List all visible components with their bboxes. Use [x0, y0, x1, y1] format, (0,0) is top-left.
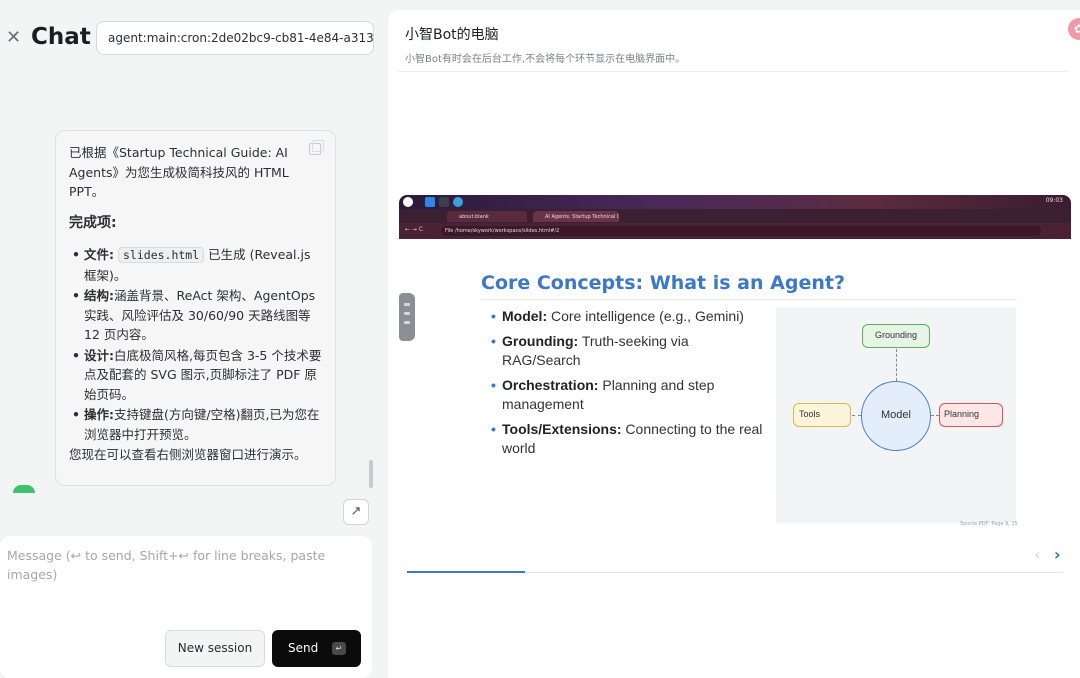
chat-title: Chat — [31, 24, 91, 50]
item-label: 结构 — [84, 288, 110, 303]
chat-scrollbar[interactable] — [369, 460, 373, 488]
item-label: 文件 — [84, 247, 110, 262]
bullet-text: Core intelligence (e.g., Gemini) — [547, 308, 744, 324]
bullet-term: Tools/Extensions: — [502, 420, 622, 437]
browser-tab-bar: about:blank AI Agents: Startup Technical… — [399, 209, 1071, 223]
send-label: Send — [288, 641, 319, 655]
tools-node: Tools — [793, 403, 851, 427]
list-item: 操作:支持键盘(方向键/空格)翻页,已为您在浏览器中打开预览。 — [72, 405, 323, 444]
url-field[interactable]: File /home/skywork/workspace/slides.html… — [441, 226, 1041, 236]
computer-panel: 小智Bot的电脑 小智Bot有时会在后台工作,不会将每个环节显示在电脑界面中。 … — [388, 10, 1080, 678]
avatar — [13, 485, 35, 493]
copy-icon[interactable] — [309, 140, 324, 155]
filename-code: slides.html — [118, 247, 205, 263]
send-button[interactable]: Send ↵ — [272, 630, 361, 667]
tab-about-blank[interactable]: about:blank — [447, 211, 527, 222]
app-launcher-icon — [403, 197, 413, 207]
slide-progress-fill — [407, 571, 525, 573]
slide-title: Core Concepts: What is an Agent? — [481, 272, 845, 294]
bullet-item: Orchestration: Planning and step managem… — [491, 376, 764, 415]
computer-subtitle: 小智Bot有时会在后台工作,不会将每个环节显示在电脑界面中。 — [405, 54, 686, 65]
expand-icon[interactable]: ↗ — [343, 499, 369, 525]
prev-slide-icon[interactable]: ‹ — [1034, 545, 1040, 564]
planning-node: Planning — [939, 403, 1003, 427]
item-label: 操作 — [84, 407, 110, 422]
divider — [398, 71, 1070, 72]
computer-title: 小智Bot的电脑 — [405, 27, 499, 43]
item-text: 白底极简风格,每页包含 3-5 个技术要点及配套的 SVG 图示,页脚标注了 P… — [84, 347, 322, 402]
message-outro: 您现在可以查看右侧浏览器窗口进行演示。 — [69, 447, 307, 462]
completed-items-list: 文件: slides.html 已生成 (Reveal.js 框架)。 结构:涵… — [69, 245, 323, 444]
os-top-bar: 09:03 — [399, 195, 1071, 209]
user-avatar[interactable]: ✿ — [1068, 18, 1080, 40]
slide-menu-handle[interactable] — [399, 293, 415, 341]
bullet-term: Grounding: — [502, 332, 579, 349]
bullet-item: Model: Core intelligence (e.g., Gemini) — [491, 307, 764, 327]
message-input[interactable] — [7, 546, 347, 596]
bullet-item: Grounding: Truth-seeking via RAG/Search — [491, 332, 764, 371]
nav-buttons[interactable]: ← → C — [405, 226, 423, 233]
list-item: 结构:涵盖背景、ReAct 架构、AgentOps 实践、风险评估及 30/60… — [72, 286, 323, 345]
item-label: 设计 — [84, 347, 110, 363]
slide-bullets: Model: Core intelligence (e.g., Gemini) … — [491, 307, 764, 464]
source-note: Source PDF: Page 9, 25 — [960, 521, 1018, 527]
list-item: 文件: slides.html 已生成 (Reveal.js 框架)。 — [72, 245, 323, 285]
clock: 09:03 — [1045, 197, 1063, 204]
browser-icon — [453, 197, 463, 207]
close-icon[interactable]: ✕ — [6, 29, 21, 47]
grounding-node: Grounding — [862, 324, 930, 348]
list-item: 设计:白底极简风格,每页包含 3-5 个技术要点及配套的 SVG 图示,页脚标注… — [72, 346, 323, 405]
bullet-term: Orchestration: — [502, 376, 599, 393]
message-intro: 已根据《Startup Technical Guide: AI Agents》为… — [69, 145, 289, 199]
terminal-icon — [439, 197, 449, 207]
message-composer: New session Send ↵ — [0, 536, 372, 678]
enter-key-icon: ↵ — [332, 642, 346, 655]
bullet-term: Model: — [502, 308, 548, 324]
browser-address-bar: ← → C File /home/skywork/workspace/slide… — [399, 223, 1071, 239]
connector-line — [931, 415, 939, 416]
new-session-button[interactable]: New session — [165, 630, 265, 667]
bullet-item: Tools/Extensions: Connecting to the real… — [491, 420, 764, 459]
item-text: 涵盖背景、ReAct 架构、AgentOps 实践、风险评估及 30/60/90… — [84, 288, 316, 342]
model-node: Model — [861, 381, 931, 451]
assistant-message: 已根据《Startup Technical Guide: AI Agents》为… — [55, 130, 336, 486]
message-heading: 完成项: — [69, 214, 117, 231]
files-icon — [425, 197, 435, 207]
connector-line — [852, 415, 861, 416]
next-slide-icon[interactable]: › — [1054, 545, 1061, 564]
chat-panel: ✕ Chat agent:main:cron:2de02bc9-cb81-4e8… — [0, 0, 388, 678]
browser-screenshot: 09:03 about:blank AI Agents: Startup Tec… — [399, 195, 1071, 587]
connector-line — [896, 349, 897, 381]
agent-diagram: Grounding Model Tools Planning — [776, 307, 1016, 523]
item-text: 支持键盘(方向键/空格)翻页,已为您在浏览器中打开预览。 — [84, 407, 320, 442]
item-sep: : — [109, 247, 115, 262]
session-key-field[interactable]: agent:main:cron:2de02bc9-cb81-4e84-a313-… — [96, 21, 374, 55]
tab-slides[interactable]: AI Agents: Startup Technical G... — [533, 211, 619, 222]
slide-divider — [481, 299, 1017, 300]
